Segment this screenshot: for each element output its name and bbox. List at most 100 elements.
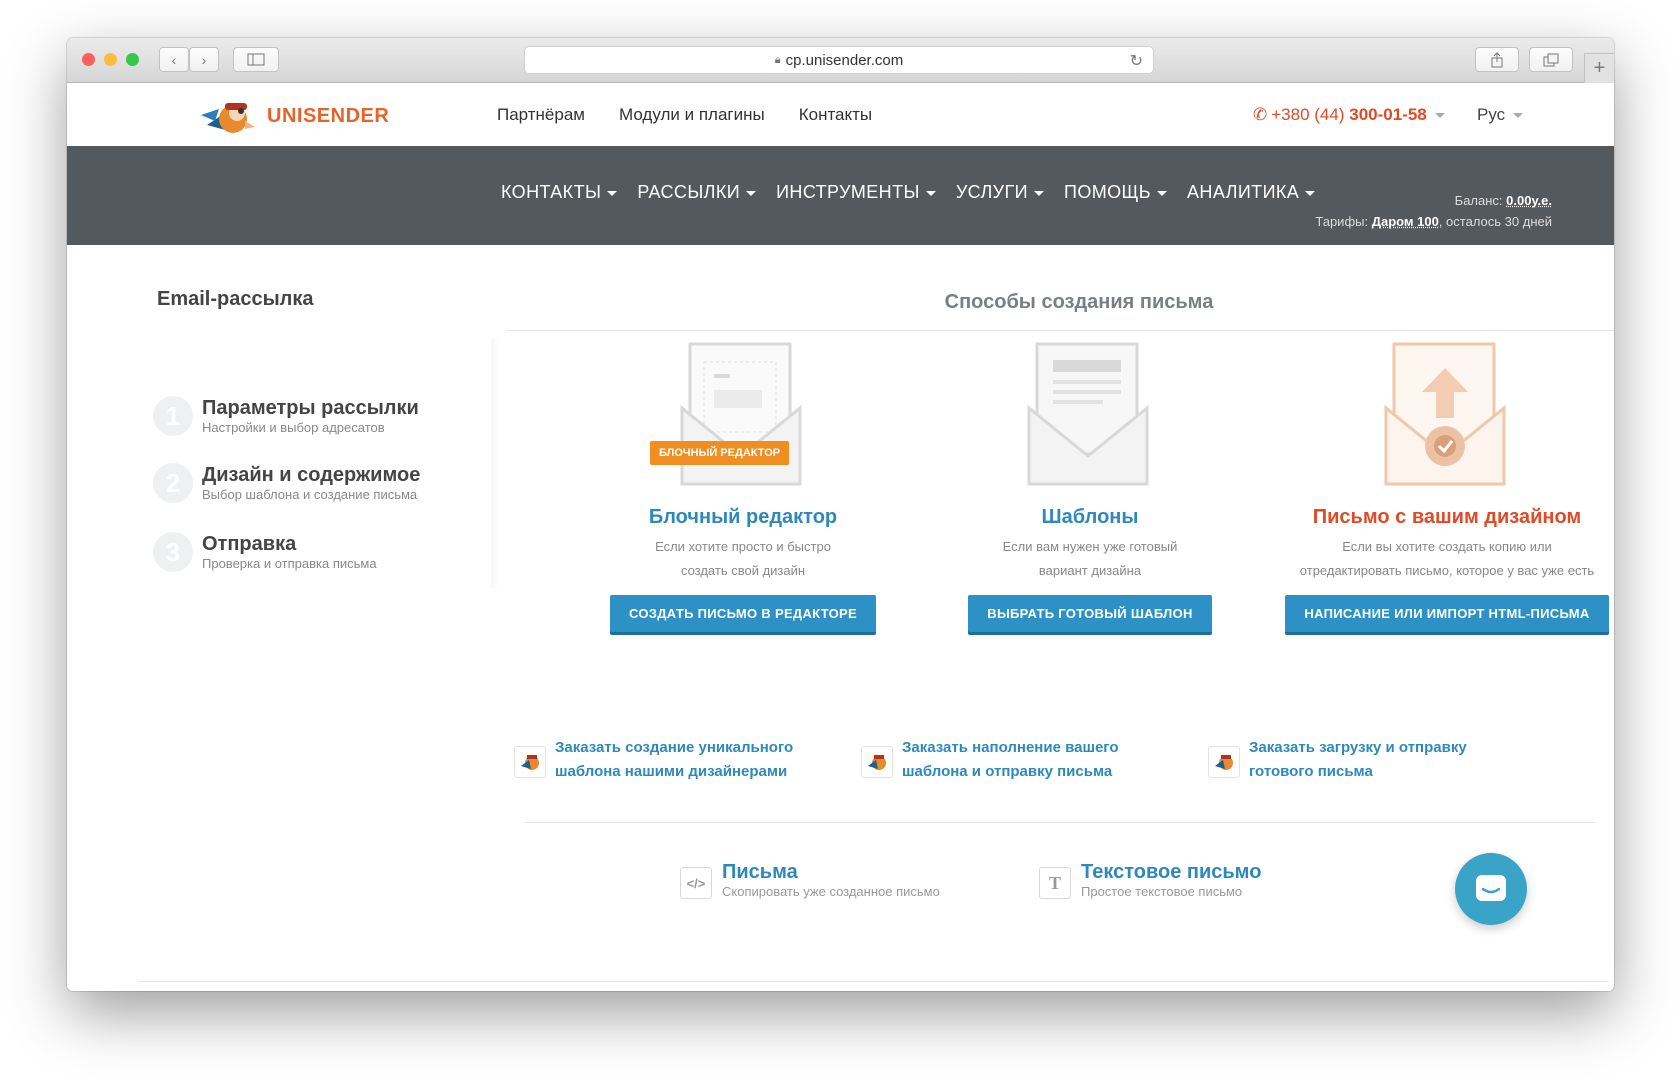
upload-envelope-icon xyxy=(1384,342,1506,486)
order-line: шаблона и отправку письма xyxy=(902,763,1113,780)
nav-item-analytics[interactable]: АНАЛИТИКА xyxy=(1187,182,1316,203)
alt-letters[interactable]: </> Письма Скопировать уже созданное пись… xyxy=(680,861,940,899)
tabs-button[interactable] xyxy=(1529,47,1573,72)
browser-window: ‹ › 🔒︎ cp.unisender.com ↻ + UNISENDER Па… xyxy=(67,38,1614,991)
block-editor-badge: БЛОЧНЫЙ РЕДАКТОР xyxy=(650,441,790,465)
create-in-editor-button[interactable]: СОЗДАТЬ ПИСЬМО В РЕДАКТОРЕ xyxy=(610,595,876,632)
sidebar-toggle-button[interactable] xyxy=(233,47,279,72)
balance-info: Баланс: 0.00у.е. Тарифы: Даром 100, оста… xyxy=(1315,190,1552,232)
address-bar[interactable]: 🔒︎ cp.unisender.com ↻ xyxy=(524,46,1154,74)
html-import-button[interactable]: НАПИСАНИЕ ИЛИ ИМПОРТ HTML-ПИСЬМА xyxy=(1285,595,1609,632)
chevron-left-icon: ‹ xyxy=(171,51,177,68)
balance-value[interactable]: 0.00у.е. xyxy=(1506,193,1552,208)
alt-title: Письма xyxy=(722,861,798,883)
choose-template-button[interactable]: ВЫБРАТЬ ГОТОВЫЙ ШАБЛОН xyxy=(968,595,1212,632)
browser-toolbar: ‹ › 🔒︎ cp.unisender.com ↻ + xyxy=(67,38,1614,83)
option-title[interactable]: Шаблоны xyxy=(920,506,1260,529)
sidebar-step-2[interactable]: 2 Дизайн и содержимое Выбор шаблона и соз… xyxy=(153,463,420,503)
back-button[interactable]: ‹ xyxy=(159,47,189,72)
step-title: Отправка xyxy=(202,533,297,555)
new-tab-button[interactable]: + xyxy=(1584,53,1614,83)
sidebar-icon xyxy=(247,53,265,66)
option-description: Если вы хотите создать копию или отредакт… xyxy=(1267,535,1614,583)
order-unique-template-link[interactable]: Заказать создание уникального шаблона наш… xyxy=(514,736,814,784)
chevron-down-icon xyxy=(607,190,618,196)
own-design-illustration xyxy=(1267,338,1614,498)
tabs-icon xyxy=(1543,53,1559,66)
phone-dropdown[interactable]: ✆ +380 (44) 300-01-58 xyxy=(1253,105,1445,125)
share-button[interactable] xyxy=(1475,47,1519,72)
nav-item-contacts[interactable]: КОНТАКТЫ xyxy=(501,182,618,203)
nav-label: ИНСТРУМЕНТЫ xyxy=(776,182,920,202)
sidebar-step-3[interactable]: 3 Отправка Проверка и отправка письма xyxy=(153,532,377,572)
option-title[interactable]: Блочный редактор xyxy=(573,506,913,529)
option-templates: Шаблоны Если вам нужен уже готовый вариан… xyxy=(920,338,1260,632)
nav-item-help[interactable]: ПОМОЩЬ xyxy=(1063,182,1168,203)
alt-title: Текстовое письмо xyxy=(1081,861,1262,883)
lock-icon: 🔒︎ xyxy=(774,53,781,66)
order-line: Заказать наполнение вашего xyxy=(902,739,1119,756)
main-title: Способы создания письма xyxy=(944,291,1214,313)
top-link-partners[interactable]: Партнёрам xyxy=(497,105,585,125)
templates-illustration xyxy=(920,338,1260,498)
chevron-down-icon xyxy=(746,190,757,196)
step-title: Дизайн и содержимое xyxy=(202,464,421,486)
nav-item-mailings[interactable]: РАССЫЛКИ xyxy=(637,182,757,203)
nav-label: ПОМОЩЬ xyxy=(1063,182,1152,202)
forward-button[interactable]: › xyxy=(189,47,219,72)
nav-label: КОНТАКТЫ xyxy=(501,182,602,202)
nav-label: УСЛУГИ xyxy=(955,182,1028,202)
order-fill-template-link[interactable]: Заказать наполнение вашего шаблона и отпр… xyxy=(861,736,1161,784)
sidebar-title: Email-рассылка xyxy=(157,288,314,310)
top-bar: UNISENDER Партнёрам Модули и плагины Кон… xyxy=(67,83,1614,146)
nav-item-services[interactable]: УСЛУГИ xyxy=(956,182,1044,203)
desc-line: вариант дизайна xyxy=(1038,563,1142,578)
nav-item-tools[interactable]: ИНСТРУМЕНТЫ xyxy=(776,182,936,203)
close-window-button[interactable] xyxy=(82,53,95,66)
minimize-window-button[interactable] xyxy=(104,53,117,66)
mascot-icon xyxy=(514,746,546,778)
block-editor-illustration: БЛОЧНЫЙ РЕДАКТОР xyxy=(573,338,913,498)
order-line: Заказать создание уникального xyxy=(555,739,794,756)
phone-icon: ✆ xyxy=(1253,105,1268,124)
logo[interactable]: UNISENDER xyxy=(197,91,389,141)
share-icon xyxy=(1491,51,1503,67)
step-number: 3 xyxy=(153,532,193,572)
chevron-right-icon: › xyxy=(201,51,207,68)
option-title[interactable]: Письмо с вашим дизайном xyxy=(1267,506,1614,529)
top-link-modules[interactable]: Модули и плагины xyxy=(619,105,765,125)
chat-button[interactable] xyxy=(1455,853,1527,925)
top-links: Партнёрам Модули и плагины Контакты xyxy=(497,105,872,125)
mascot-icon xyxy=(1208,746,1240,778)
language-label: Рус xyxy=(1477,105,1506,124)
zoom-window-button[interactable] xyxy=(126,53,139,66)
sidebar-step-1[interactable]: 1 Параметры рассылки Настройки и выбор ад… xyxy=(153,396,419,436)
language-select[interactable]: Рус xyxy=(1477,105,1524,125)
page: UNISENDER Партнёрам Модули и плагины Кон… xyxy=(67,83,1614,991)
chevron-down-icon xyxy=(1033,190,1044,196)
template-envelope-icon xyxy=(1027,342,1149,486)
phone-number: 300-01-58 xyxy=(1349,105,1427,124)
step-number: 1 xyxy=(153,396,193,436)
alt-subtitle: Скопировать уже созданное письмо xyxy=(722,884,940,899)
reload-icon[interactable]: ↻ xyxy=(1130,51,1143,71)
mascot-icon xyxy=(861,746,893,778)
order-line: готового письма xyxy=(1249,763,1373,780)
desc-line: Если вам нужен уже готовый xyxy=(1002,539,1178,554)
main-nav: КОНТАКТЫ РАССЫЛКИ ИНСТРУМЕНТЫ УСЛУГИ ПОМ… xyxy=(67,146,1614,245)
top-link-contacts[interactable]: Контакты xyxy=(799,105,872,125)
order-upload-send-link[interactable]: Заказать загрузку и отправку готового пис… xyxy=(1208,736,1508,784)
chevron-down-icon xyxy=(1305,190,1316,196)
desc-line: Если вы хотите создать копию или xyxy=(1342,539,1552,554)
desc-line: создать свой дизайн xyxy=(680,563,806,578)
option-own-design: Письмо с вашим дизайном Если вы хотите с… xyxy=(1267,338,1614,632)
option-block-editor: БЛОЧНЫЙ РЕДАКТОР Блочный редактор Если х… xyxy=(573,338,913,632)
alt-text-letter[interactable]: T Текстовое письмо Простое текстовое пись… xyxy=(1039,861,1261,899)
chevron-down-icon xyxy=(1157,190,1168,196)
option-description: Если хотите просто и быстро создать свой … xyxy=(573,535,913,583)
divider xyxy=(507,330,1614,331)
mascot-logo-icon xyxy=(201,103,255,133)
tariff-value[interactable]: Даром 100 xyxy=(1372,214,1439,229)
chevron-down-icon xyxy=(1513,113,1524,119)
tariff-label: Тарифы: xyxy=(1315,214,1372,229)
